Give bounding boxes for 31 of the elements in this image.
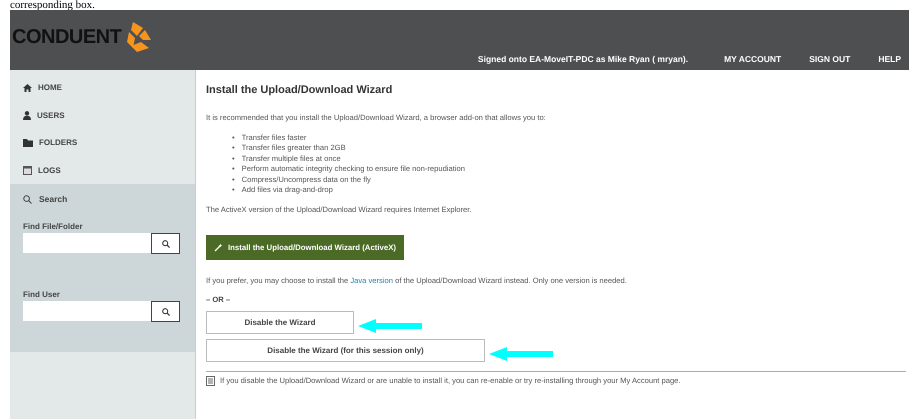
document-caption: corresponding box.	[9, 0, 96, 10]
field-label: Find File/Folder	[23, 222, 84, 231]
search-icon	[162, 240, 170, 248]
logo-text: CONDUENT	[12, 26, 122, 48]
pointer-arrow	[489, 347, 553, 361]
page-title: Install the Upload/Download Wizard	[206, 84, 394, 98]
header-link[interactable]: HELP	[878, 54, 901, 64]
user-icon	[23, 110, 31, 120]
disable-wizard-button[interactable]: Disable the Wizard (for this session only)	[206, 338, 485, 362]
nav-item[interactable]: FOLDERS	[10, 129, 195, 156]
search-icon	[23, 194, 32, 204]
pointer-arrow	[358, 319, 422, 333]
search-button[interactable]	[151, 301, 180, 322]
signed-in-text: Signed onto EA-MoveIT-PDC as Mike Ryan ( mryan).	[478, 54, 688, 64]
calendar-icon	[23, 166, 32, 175]
nav-item[interactable]: USERS	[10, 102, 195, 129]
note-icon	[206, 376, 215, 386]
header-link[interactable]: SIGN OUT	[809, 54, 850, 64]
field-label: Find User	[23, 290, 61, 299]
disable-wizard-button[interactable]: Disable the Wizard	[206, 310, 354, 334]
header-link[interactable]: MY ACCOUNT	[724, 54, 782, 64]
nav-item[interactable]: LOGS	[10, 156, 195, 184]
search-button[interactable]	[151, 233, 180, 254]
search-field[interactable]	[23, 301, 151, 321]
search-icon	[162, 308, 170, 316]
search-field[interactable]	[23, 233, 151, 253]
folder-icon	[23, 138, 33, 147]
wand-icon	[214, 243, 223, 252]
nav-item[interactable]: HOME	[10, 74, 195, 102]
search-heading: Search	[39, 194, 68, 204]
home-icon	[23, 84, 32, 92]
